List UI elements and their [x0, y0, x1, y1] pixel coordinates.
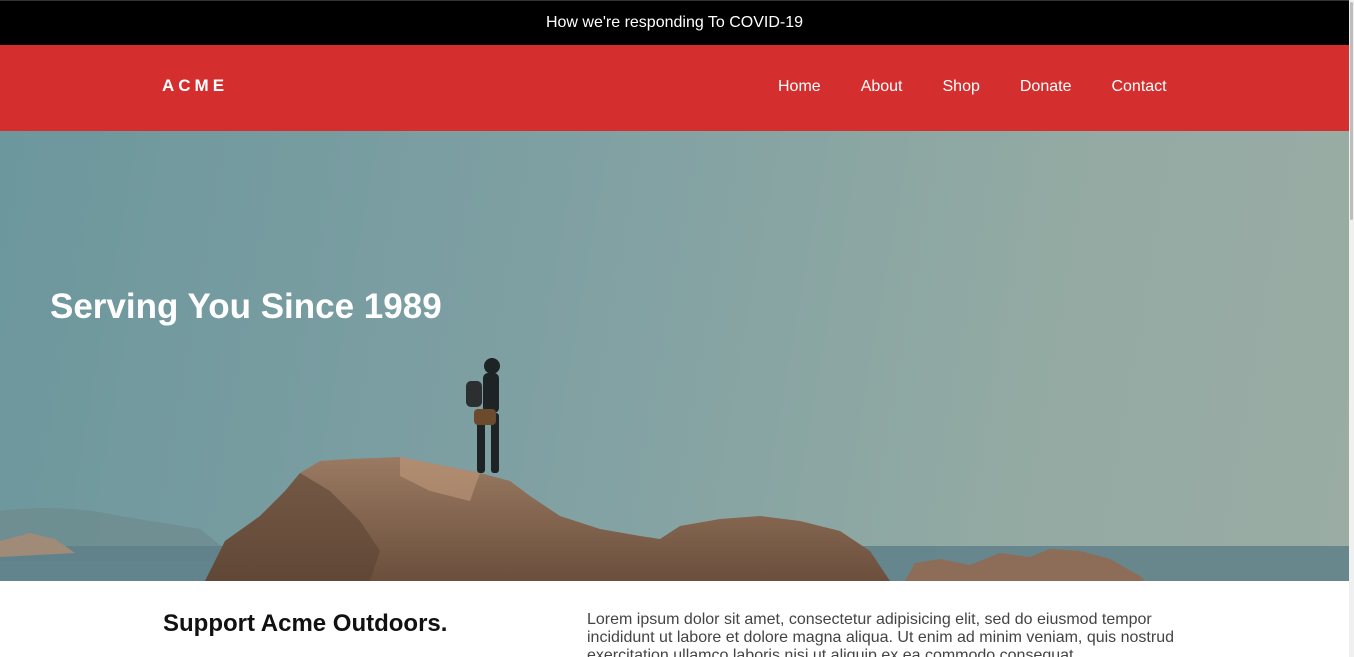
hero-banner: Serving You Since 1989 [0, 131, 1349, 581]
announcement-bar[interactable]: How we're responding To COVID-19 [0, 0, 1349, 45]
announcement-text[interactable]: How we're responding To COVID-19 [546, 14, 803, 31]
nav-donate[interactable]: Donate [1000, 78, 1092, 96]
scrollbar-thumb[interactable] [1350, 2, 1353, 220]
nav-shop[interactable]: Shop [923, 78, 1000, 96]
nav-home[interactable]: Home [758, 78, 841, 96]
hiker-figure [466, 358, 500, 473]
hero-image [0, 358, 1349, 581]
logo[interactable]: ACME [162, 76, 228, 96]
page: How we're responding To COVID-19 ACME Ho… [0, 0, 1354, 657]
main-nav: Home About Shop Donate Contact [758, 78, 1187, 96]
support-body-text: Lorem ipsum dolor sit amet, consectetur … [587, 611, 1174, 657]
support-heading: Support Acme Outdoors. [163, 610, 448, 637]
hero-title: Serving You Since 1989 [50, 287, 442, 326]
site-header: ACME Home About Shop Donate Contact [0, 45, 1349, 131]
nav-about[interactable]: About [841, 78, 923, 96]
nav-contact[interactable]: Contact [1091, 78, 1186, 96]
